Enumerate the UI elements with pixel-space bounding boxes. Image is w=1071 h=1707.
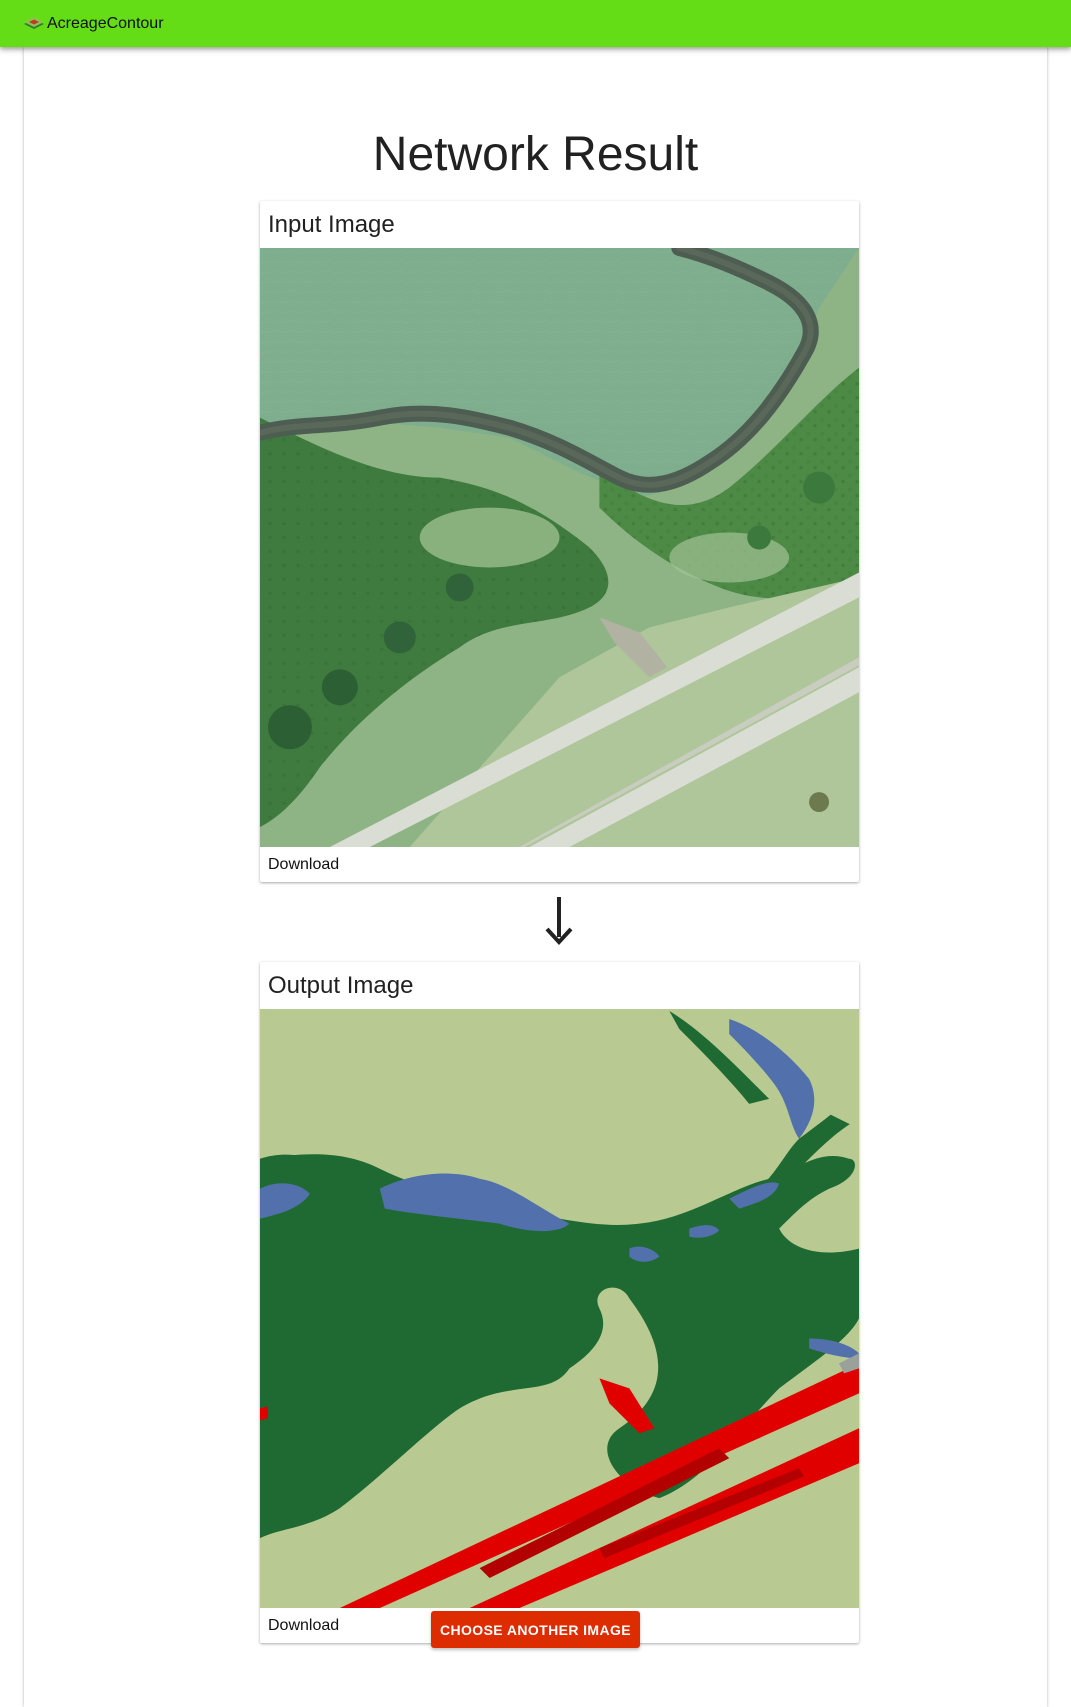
output-segmentation-image	[260, 1009, 859, 1608]
brand-link[interactable]: AcreageContour	[23, 0, 164, 47]
choose-another-image-button[interactable]: CHOOSE ANOTHER IMAGE	[431, 1611, 640, 1648]
app-bar: AcreageContour	[0, 0, 1071, 47]
layers-logo-icon	[23, 16, 45, 32]
brand-name: AcreageContour	[47, 14, 164, 32]
input-download-link[interactable]: Download	[260, 847, 859, 882]
output-image-card: Output Image Download	[260, 962, 859, 1643]
main-content: Network Result Input Image Download Outp…	[24, 47, 1047, 1707]
page-title: Network Result	[372, 128, 699, 181]
input-card-title: Input Image	[268, 211, 395, 238]
input-aerial-image	[260, 248, 859, 847]
output-card-title: Output Image	[268, 972, 414, 999]
arrow-down-icon	[545, 897, 573, 945]
input-image-card: Input Image Download	[260, 201, 859, 882]
